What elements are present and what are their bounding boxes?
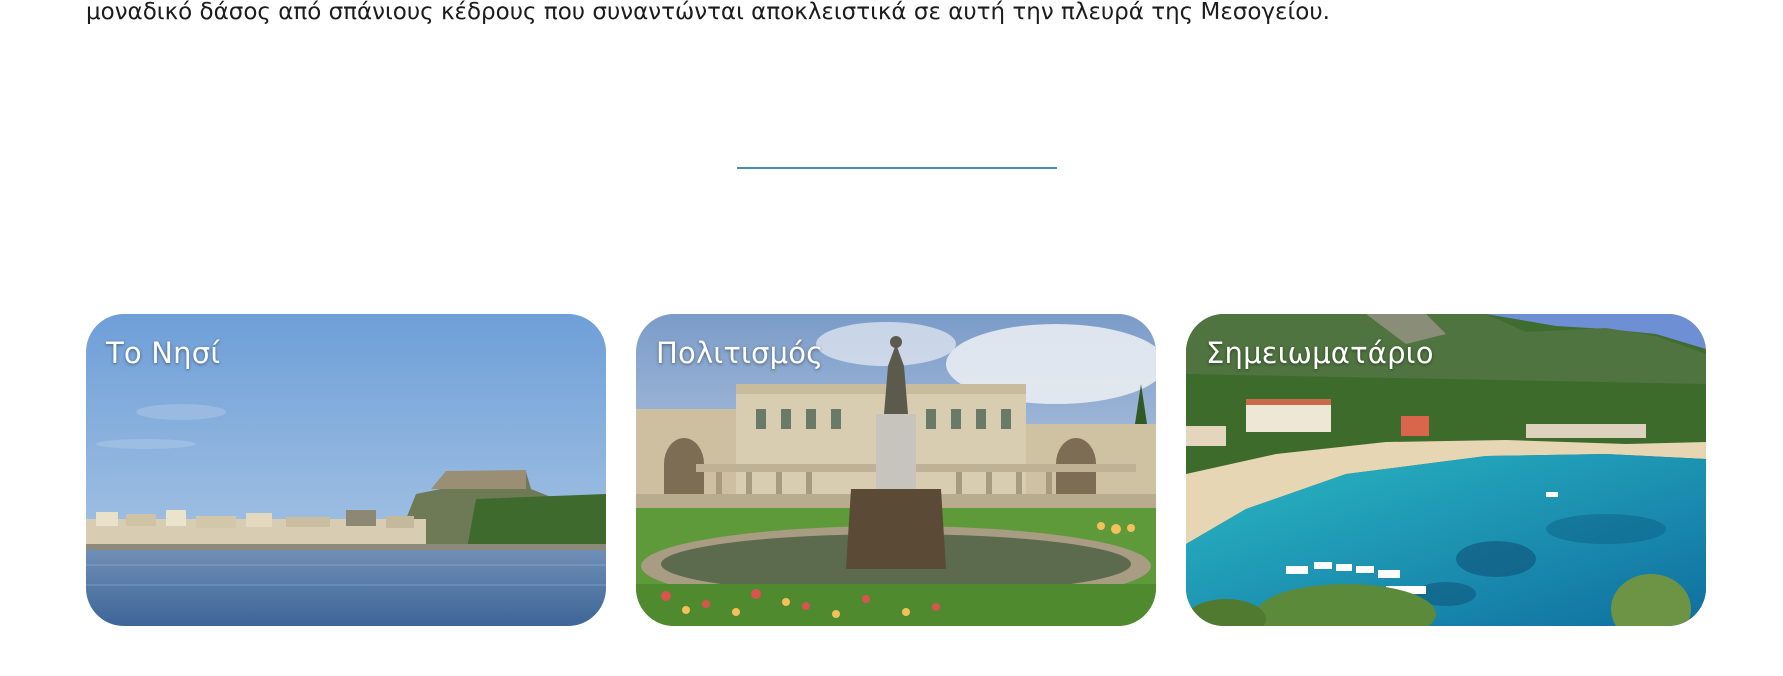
card-title: Σημειωματάριο <box>1206 336 1434 370</box>
section-divider <box>737 167 1057 169</box>
card-title: Πολιτισμός <box>656 336 824 370</box>
intro-paragraph: μοναδικό δάσος από σπάνιους κέδρους που … <box>86 0 1330 25</box>
category-cards: Το Νησί Πολιτισμός Σημειωματάριο <box>86 314 1708 626</box>
card-island[interactable]: Το Νησί <box>86 314 606 626</box>
card-notebook[interactable]: Σημειωματάριο <box>1186 314 1706 626</box>
card-title: Το Νησί <box>106 336 221 370</box>
card-culture[interactable]: Πολιτισμός <box>636 314 1156 626</box>
